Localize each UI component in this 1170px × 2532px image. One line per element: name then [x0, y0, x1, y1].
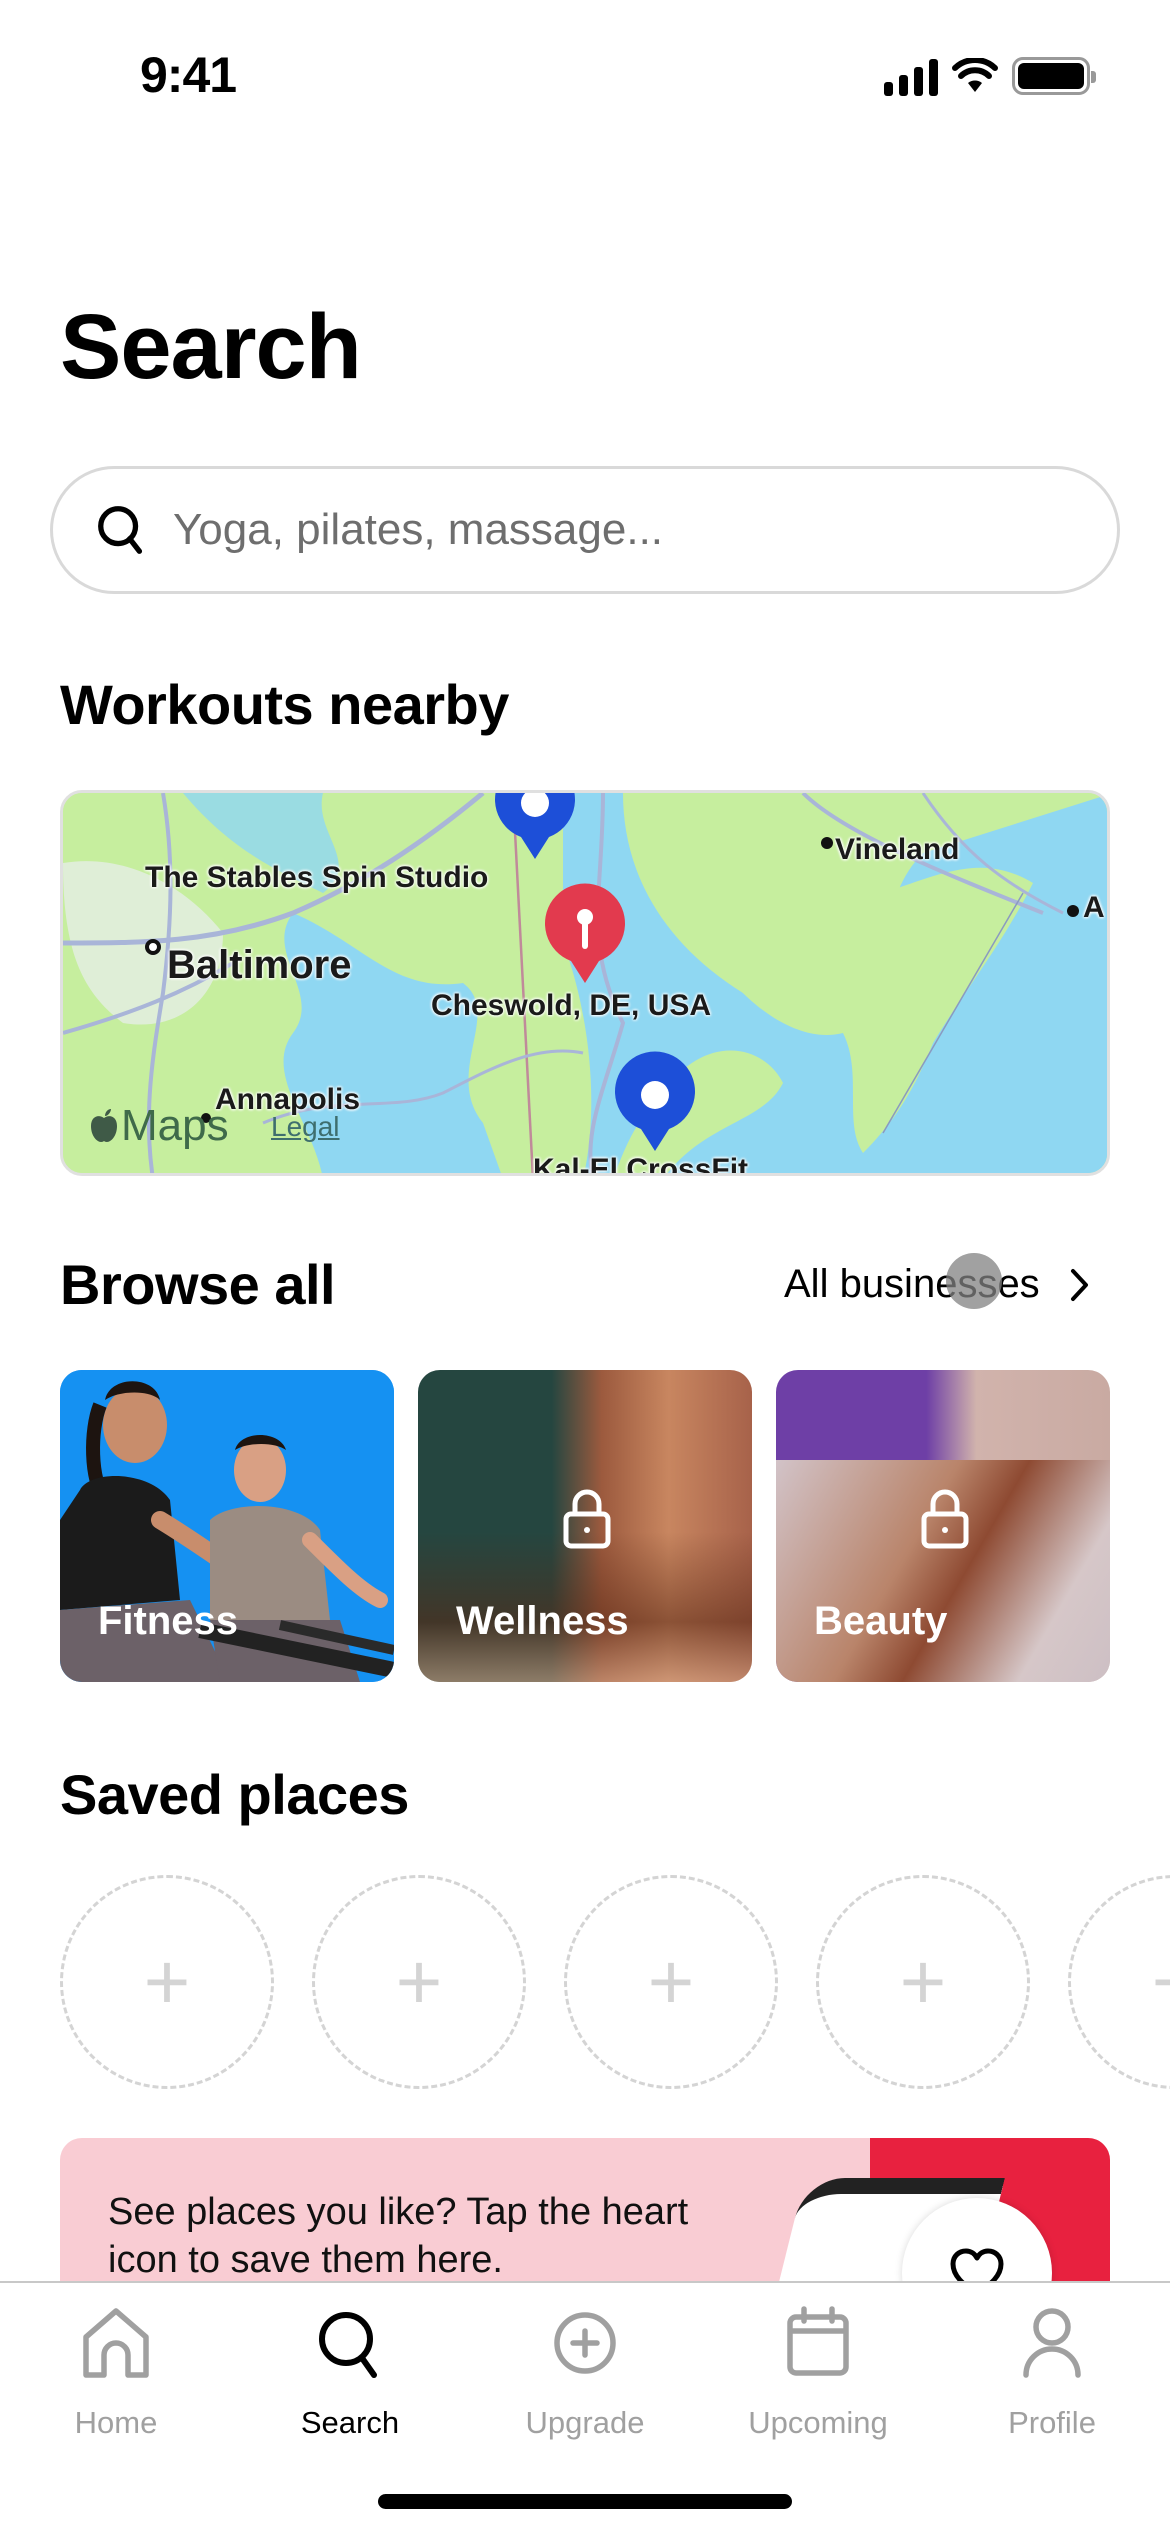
home-icon	[83, 2308, 149, 2378]
category-label: Beauty	[814, 1599, 948, 1643]
wifi-icon	[952, 58, 998, 92]
chevron-right-icon	[1070, 1268, 1088, 1301]
category-card-beauty[interactable]: Beauty	[776, 1370, 1110, 1682]
lock-icon	[563, 1489, 611, 1549]
maps-wordmark: Maps	[121, 1101, 229, 1150]
saved-places-title: Saved places	[60, 1763, 409, 1826]
category-label: Wellness	[456, 1599, 629, 1643]
search-icon	[98, 506, 143, 554]
tab-profile[interactable]: Profile	[952, 2305, 1152, 2441]
home-indicator	[378, 2494, 792, 2509]
studio-pin-icon[interactable]	[491, 790, 579, 863]
legal-link[interactable]: Legal	[271, 1111, 340, 1143]
category-card-wellness[interactable]: Wellness	[418, 1370, 752, 1682]
tab-upcoming[interactable]: Upcoming	[718, 2305, 918, 2441]
tab-label: Search	[300, 2405, 400, 2440]
workouts-nearby-title: Workouts nearby	[60, 673, 509, 736]
workouts-map[interactable]: The Stables Spin Studio Baltimore Cheswo…	[60, 790, 1110, 1176]
page-title: Search	[60, 296, 362, 398]
calendar-icon	[787, 2306, 849, 2376]
cellular-signal-icon	[884, 56, 938, 96]
map-label-studio[interactable]: Kal-El CrossFit	[533, 1153, 748, 1173]
lock-icon	[921, 1489, 969, 1549]
plus-icon: +	[899, 1937, 947, 2026]
tab-upgrade[interactable]: Upgrade	[485, 2305, 685, 2441]
profile-icon	[1023, 2308, 1081, 2378]
status-time: 9:41	[140, 47, 237, 103]
plus-icon: +	[647, 1937, 695, 2026]
tab-search[interactable]: Search	[250, 2305, 450, 2441]
add-saved-place-button[interactable]: +	[312, 1875, 526, 2089]
tab-home[interactable]: Home	[16, 2305, 216, 2441]
plus-icon: +	[1152, 1942, 1170, 2022]
add-saved-place-button[interactable]: +	[1068, 1875, 1170, 2089]
map-label-location: Cheswold, DE, USA	[431, 989, 712, 1022]
tab-label: Profile	[1008, 2405, 1096, 2440]
tab-label: Upcoming	[748, 2405, 888, 2440]
plus-circle-icon	[554, 2312, 616, 2374]
city-marker	[1067, 905, 1079, 917]
map-label-city: A	[1083, 891, 1105, 924]
battery-icon	[1012, 57, 1096, 95]
map-label-city: Baltimore	[167, 943, 352, 987]
map-label-studio[interactable]: The Stables Spin Studio	[145, 861, 488, 895]
category-card-fitness[interactable]: Fitness	[60, 1370, 394, 1682]
tab-label: Upgrade	[525, 2405, 645, 2440]
add-saved-place-button[interactable]: +	[564, 1875, 778, 2089]
city-marker	[145, 939, 161, 955]
plus-icon: +	[395, 1937, 443, 2026]
tab-label: Home	[74, 2405, 158, 2440]
current-location-pin-icon	[545, 883, 625, 983]
promo-text: See places you like? Tap the heart icon …	[108, 2191, 689, 2281]
touch-indicator	[946, 1253, 1002, 1309]
city-marker	[821, 837, 833, 849]
add-saved-place-button[interactable]: +	[60, 1875, 274, 2089]
add-saved-place-button[interactable]: +	[816, 1875, 1030, 2089]
apple-maps-attribution: Maps	[89, 1101, 229, 1151]
status-bar: 9:41	[0, 0, 1170, 150]
category-label: Fitness	[98, 1599, 239, 1643]
status-icons	[884, 56, 1096, 96]
browse-all-title: Browse all	[60, 1253, 336, 1316]
map-label-city: Vineland	[835, 833, 960, 866]
studio-pin-icon[interactable]	[611, 1051, 699, 1155]
search-input[interactable]	[173, 505, 1053, 555]
search-icon	[319, 2312, 377, 2378]
search-bar[interactable]	[50, 466, 1120, 594]
plus-icon: +	[143, 1937, 191, 2026]
apple-logo-icon	[91, 1109, 117, 1142]
all-businesses-link[interactable]: All businesses	[784, 1262, 1090, 1307]
